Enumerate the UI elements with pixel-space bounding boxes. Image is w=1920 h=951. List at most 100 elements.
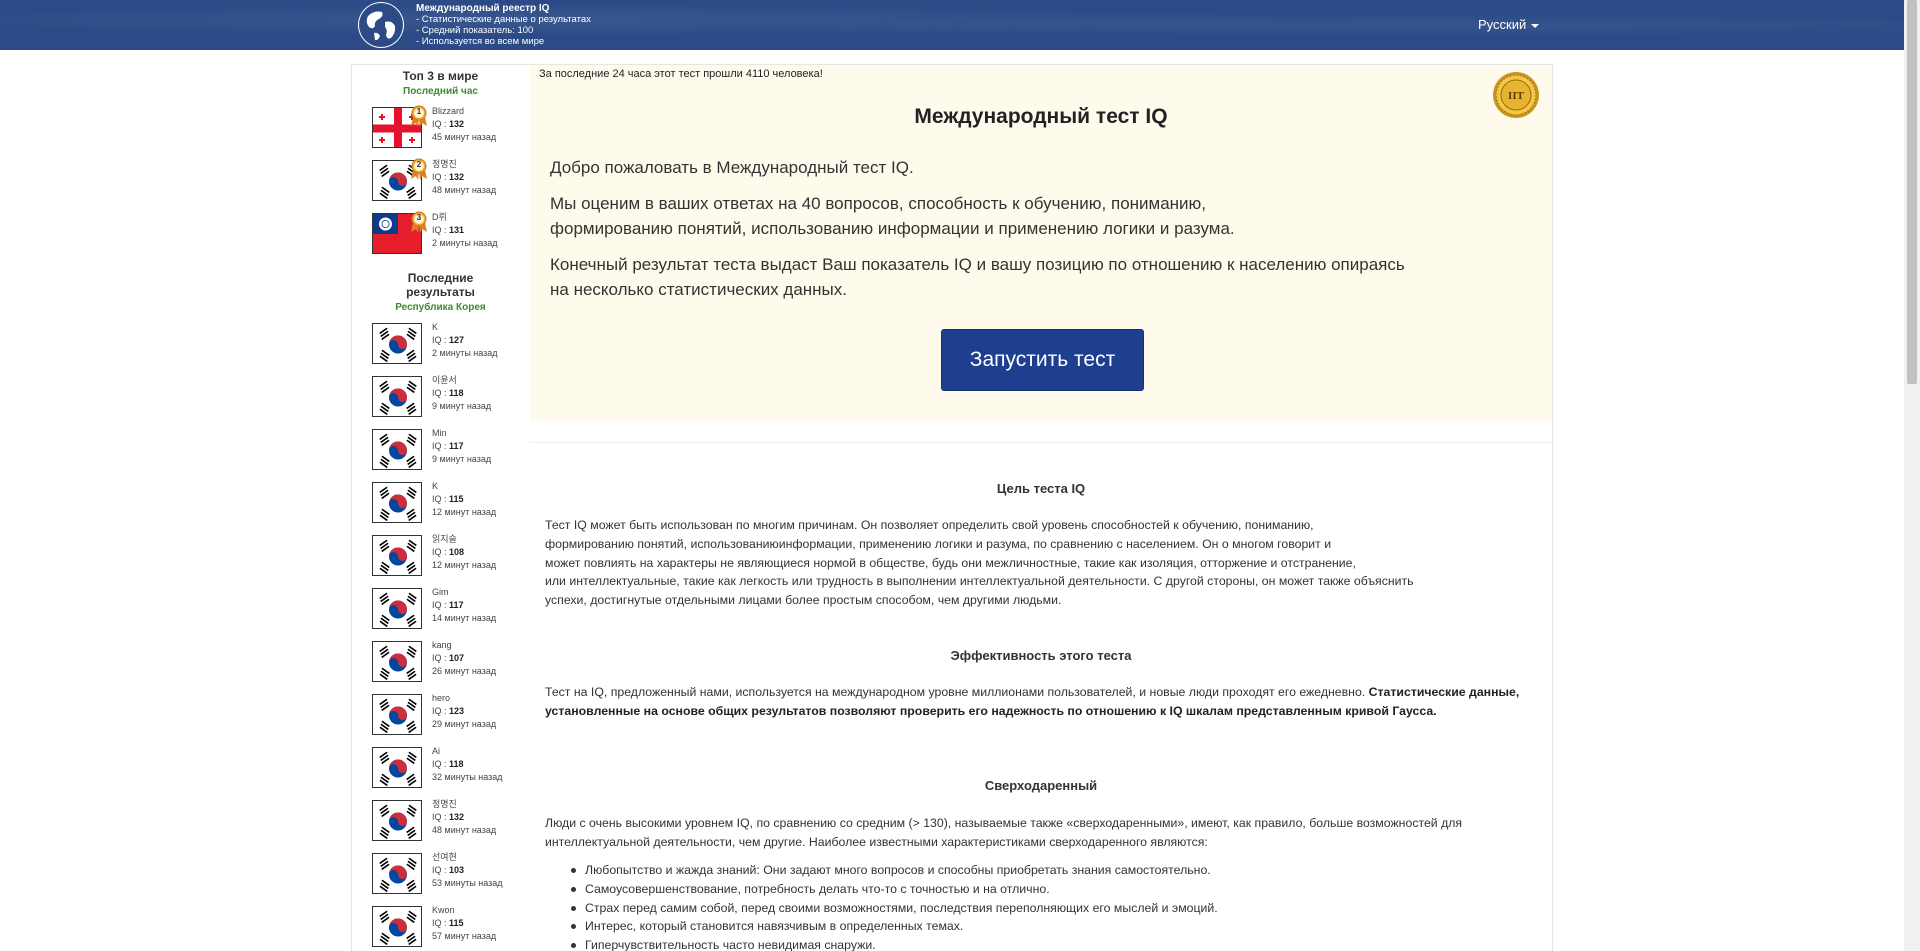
- iq-value: 115: [449, 494, 464, 504]
- page-scrollbar[interactable]: [1904, 0, 1920, 951]
- entry-text: K IQ : 127 2 минуты назад: [432, 321, 498, 360]
- section-title: Сверходаренный: [984, 778, 1098, 793]
- section-paragraph: Тест IQ может быть использован по многим…: [545, 516, 1535, 610]
- time-ago: 45 минут назад: [432, 132, 497, 142]
- user-name[interactable]: Kwon: [432, 904, 496, 917]
- result-entry[interactable]: Gim IQ : 117 14 минут назад: [372, 586, 522, 630]
- korea-flag-icon: [372, 747, 422, 788]
- rank-medal-icon: 3: [410, 211, 428, 233]
- rank-number: 1: [416, 107, 422, 116]
- text-line: или интеллектуальные, такие как легкость…: [545, 574, 1414, 589]
- text-line: успехи, достигнутые отдельными лицами бо…: [545, 593, 1062, 608]
- time-ago: 12 минут назад: [432, 507, 497, 517]
- user-name[interactable]: 정명진: [432, 158, 496, 171]
- result-entry[interactable]: K IQ : 115 12 минут назад: [372, 480, 522, 524]
- hero-paragraph: формированию понятий, использованию инфо…: [550, 219, 1235, 238]
- result-entry[interactable]: 1 Blizzard IQ : 132 45 минут назад: [372, 105, 522, 149]
- time-ago: 14 минут назад: [432, 613, 497, 623]
- iq-value: 115: [449, 918, 464, 928]
- user-name[interactable]: 읽지슬: [432, 533, 496, 546]
- hero-paragraph: на несколько статистических данных.: [550, 280, 848, 299]
- user-name[interactable]: 선여현: [432, 851, 503, 864]
- iq-value: 132: [449, 172, 465, 182]
- feature-list: Любопытство и жажда знаний: Они задают м…: [571, 861, 1535, 951]
- user-name[interactable]: Gim: [432, 586, 496, 599]
- globe-logo-icon[interactable]: [358, 2, 404, 48]
- list-item: Гиперчувствительность часто невидимая сн…: [571, 936, 1535, 951]
- iq-label: IQ :: [432, 812, 450, 822]
- iq-label: IQ :: [432, 119, 450, 129]
- start-test-button[interactable]: Запустить тест: [941, 329, 1144, 391]
- user-name[interactable]: Blizzard: [432, 105, 496, 118]
- entry-text: Min IQ : 117 9 минут назад: [432, 427, 491, 466]
- top-header: Международный реестр IQ - Статистические…: [0, 0, 1904, 50]
- entry-text: hero IQ : 123 29 минут назад: [432, 692, 496, 731]
- korea-flag-icon: [372, 482, 422, 523]
- recent-title: Последние: [407, 271, 474, 285]
- iq-line: IQ : 131: [432, 224, 498, 237]
- iq-label: IQ :: [432, 547, 450, 557]
- brand-line: - Средний показатель: 100: [416, 25, 534, 36]
- entry-text: Blizzard IQ : 132 45 минут назад: [432, 105, 496, 144]
- result-entry[interactable]: 정명진 IQ : 132 48 минут назад: [372, 798, 522, 842]
- user-name[interactable]: D뤼: [432, 211, 498, 224]
- language-label: Русский: [1478, 17, 1527, 32]
- result-entry[interactable]: 3 D뤼 IQ : 131 2 минуты назад: [372, 211, 522, 255]
- result-entry[interactable]: 이윤서 IQ : 118 9 минут назад: [372, 374, 522, 418]
- user-name[interactable]: 정명진: [432, 798, 496, 811]
- iq-value: 103: [449, 865, 465, 875]
- result-entry[interactable]: Kwon IQ : 115 57 минут назад: [372, 904, 522, 948]
- rank-medal-icon: 1: [410, 105, 428, 127]
- result-entry[interactable]: Ai IQ : 118 32 минуты назад: [372, 745, 522, 789]
- korea-flag-icon: [372, 800, 422, 841]
- iq-label: IQ :: [432, 225, 450, 235]
- time-ago: 12 минут назад: [432, 560, 497, 570]
- language-dropdown[interactable]: Русский: [1478, 17, 1540, 32]
- entry-text: 정명진 IQ : 132 48 минут назад: [432, 158, 496, 197]
- time-ago: 57 минут назад: [432, 931, 497, 941]
- iq-value: 117: [449, 600, 464, 610]
- divider: [530, 442, 1552, 443]
- korea-flag-icon: [372, 376, 422, 417]
- result-entry[interactable]: 2 정명진 IQ : 132 48 минут назад: [372, 158, 522, 202]
- result-entry[interactable]: kang IQ : 107 26 минут назад: [372, 639, 522, 683]
- time-ago: 53 минуты назад: [432, 878, 503, 888]
- result-entry[interactable]: 읽지슬 IQ : 108 12 минут назад: [372, 533, 522, 577]
- user-name[interactable]: K: [432, 480, 496, 493]
- entry-text: 이윤서 IQ : 118 9 минут назад: [432, 374, 491, 413]
- scrollbar-thumb[interactable]: [1907, 0, 1917, 384]
- result-entry[interactable]: Min IQ : 117 9 минут назад: [372, 427, 522, 471]
- time-ago: 2 минуты назад: [432, 238, 498, 248]
- section-title: Эффективность этого теста: [950, 648, 1132, 663]
- user-name[interactable]: hero: [432, 692, 496, 705]
- brand-title: Международный реестр IQ: [416, 3, 550, 14]
- rank-number: 2: [416, 160, 422, 169]
- time-ago: 26 минут назад: [432, 666, 497, 676]
- user-name[interactable]: 이윤서: [432, 374, 491, 387]
- iq-line: IQ : 118: [432, 758, 503, 771]
- result-entry[interactable]: 선여현 IQ : 103 53 минуты назад: [372, 851, 522, 895]
- iq-line: IQ : 132: [432, 171, 496, 184]
- text-line: формированию понятий, использованиюинфор…: [545, 536, 1332, 551]
- hero-panel: За последние 24 часа этот тест прошли 41…: [530, 65, 1552, 421]
- top-title: Топ 3 в мире: [402, 69, 479, 83]
- user-name[interactable]: kang: [432, 639, 496, 652]
- iq-label: IQ :: [432, 706, 450, 716]
- user-name[interactable]: Ai: [432, 745, 503, 758]
- time-ago: 9 минут назад: [432, 401, 492, 411]
- chevron-down-icon: [1531, 23, 1540, 28]
- result-entry[interactable]: hero IQ : 123 29 минут назад: [372, 692, 522, 736]
- entry-text: kang IQ : 107 26 минут назад: [432, 639, 496, 678]
- brand-line: - Статистические данные о результатах: [416, 14, 591, 25]
- user-name[interactable]: K: [432, 321, 498, 334]
- iq-value: 118: [449, 759, 464, 769]
- time-ago: 48 минут назад: [432, 185, 497, 195]
- korea-flag-icon: [372, 906, 422, 947]
- user-name[interactable]: Min: [432, 427, 491, 440]
- section-paragraph: Тест на IQ, предложенный нами, используе…: [545, 683, 1535, 721]
- iq-line: IQ : 103: [432, 864, 503, 877]
- result-entry[interactable]: K IQ : 127 2 минуты назад: [372, 321, 522, 365]
- rank-medal-icon: 2: [410, 158, 428, 180]
- iq-value: 118: [449, 388, 464, 398]
- iq-label: IQ :: [432, 335, 450, 345]
